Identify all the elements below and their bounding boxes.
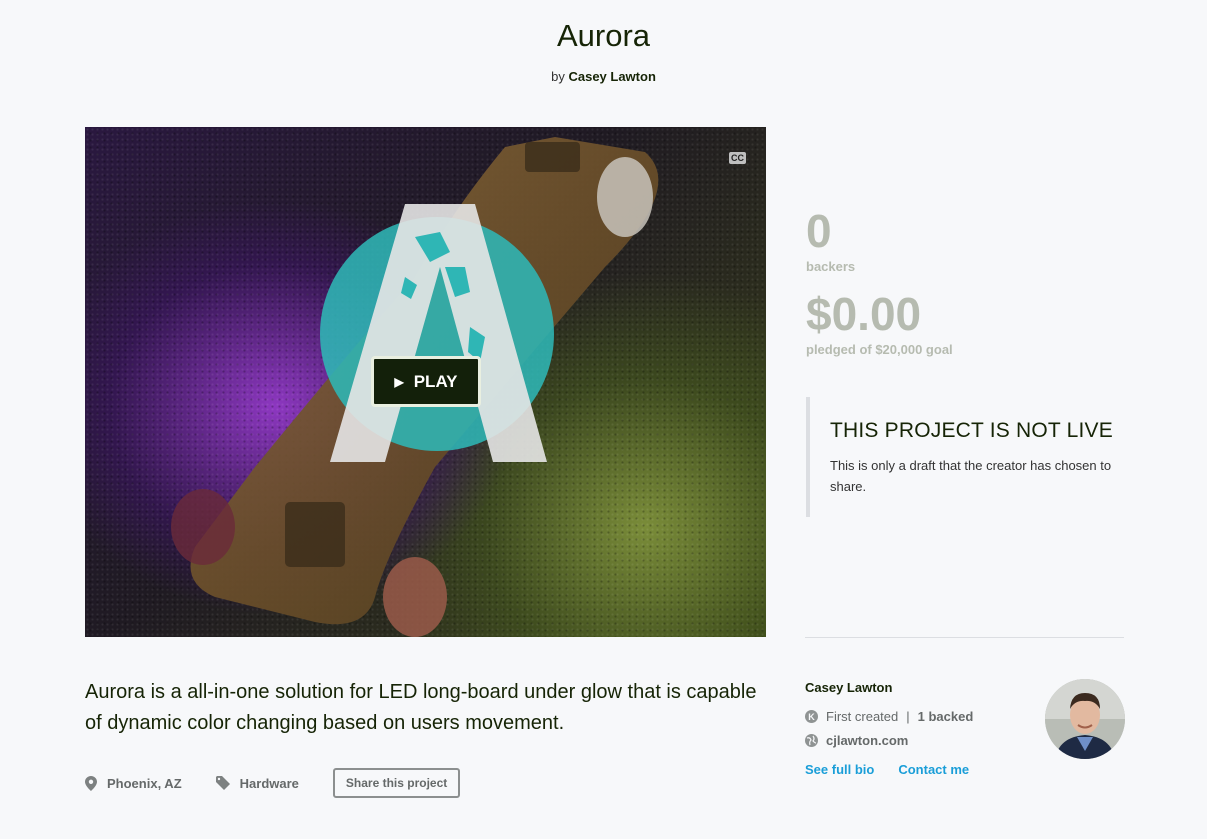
- creator-links: See full bio Contact me: [805, 762, 1125, 777]
- not-live-notice: THIS PROJECT IS NOT LIVE This is only a …: [806, 397, 1136, 517]
- globe-icon: [805, 734, 818, 747]
- project-title: Aurora: [556, 18, 651, 53]
- backed-count-link[interactable]: 1 backed: [918, 709, 974, 724]
- contact-me-link[interactable]: Contact me: [898, 762, 969, 777]
- play-icon: ▶: [394, 374, 404, 389]
- pledged-amount: $0.00: [806, 288, 922, 340]
- play-button[interactable]: ▶ PLAY: [371, 356, 481, 407]
- map-pin-icon: [85, 775, 97, 791]
- category-label: Hardware: [239, 775, 299, 791]
- byline-prefix: by: [551, 69, 565, 84]
- backers-label: backers: [806, 259, 856, 274]
- byline: by Casey Lawton: [0, 69, 1207, 84]
- video-player[interactable]: CC ▶ PLAY: [85, 127, 766, 637]
- tag-icon: [215, 776, 230, 790]
- project-blurb: Aurora is a all-in-one solution for LED …: [85, 681, 757, 734]
- separator: |: [906, 709, 910, 724]
- play-label: PLAY: [413, 371, 458, 391]
- backers-count: 0: [806, 205, 832, 257]
- share-project-button[interactable]: Share this project: [332, 768, 461, 798]
- see-full-bio-link[interactable]: See full bio: [805, 762, 874, 777]
- notice-heading: THIS PROJECT IS NOT LIVE: [830, 419, 1113, 442]
- closed-captions-icon[interactable]: CC: [729, 152, 746, 164]
- project-meta: Phoenix, AZ Hardware Share this project: [85, 768, 461, 798]
- location-link[interactable]: Phoenix, AZ: [85, 775, 182, 791]
- divider: [805, 637, 1124, 638]
- creator-avatar[interactable]: [1045, 679, 1125, 759]
- first-created-label: First created: [826, 709, 899, 724]
- pledged-label: pledged of $20,000 goal: [806, 342, 953, 357]
- k-badge-icon: K: [805, 710, 818, 723]
- notice-body: This is only a draft that the creator ha…: [830, 458, 1112, 494]
- location-label: Phoenix, AZ: [107, 775, 182, 791]
- website-link[interactable]: cjlawton.com: [826, 733, 908, 748]
- funding-stats: 0 backers $0.00 pledged of $20,000 goal: [806, 205, 953, 357]
- byline-creator-link[interactable]: Casey Lawton: [568, 69, 655, 84]
- category-link[interactable]: Hardware: [215, 775, 299, 791]
- avatar-photo: [1045, 679, 1125, 759]
